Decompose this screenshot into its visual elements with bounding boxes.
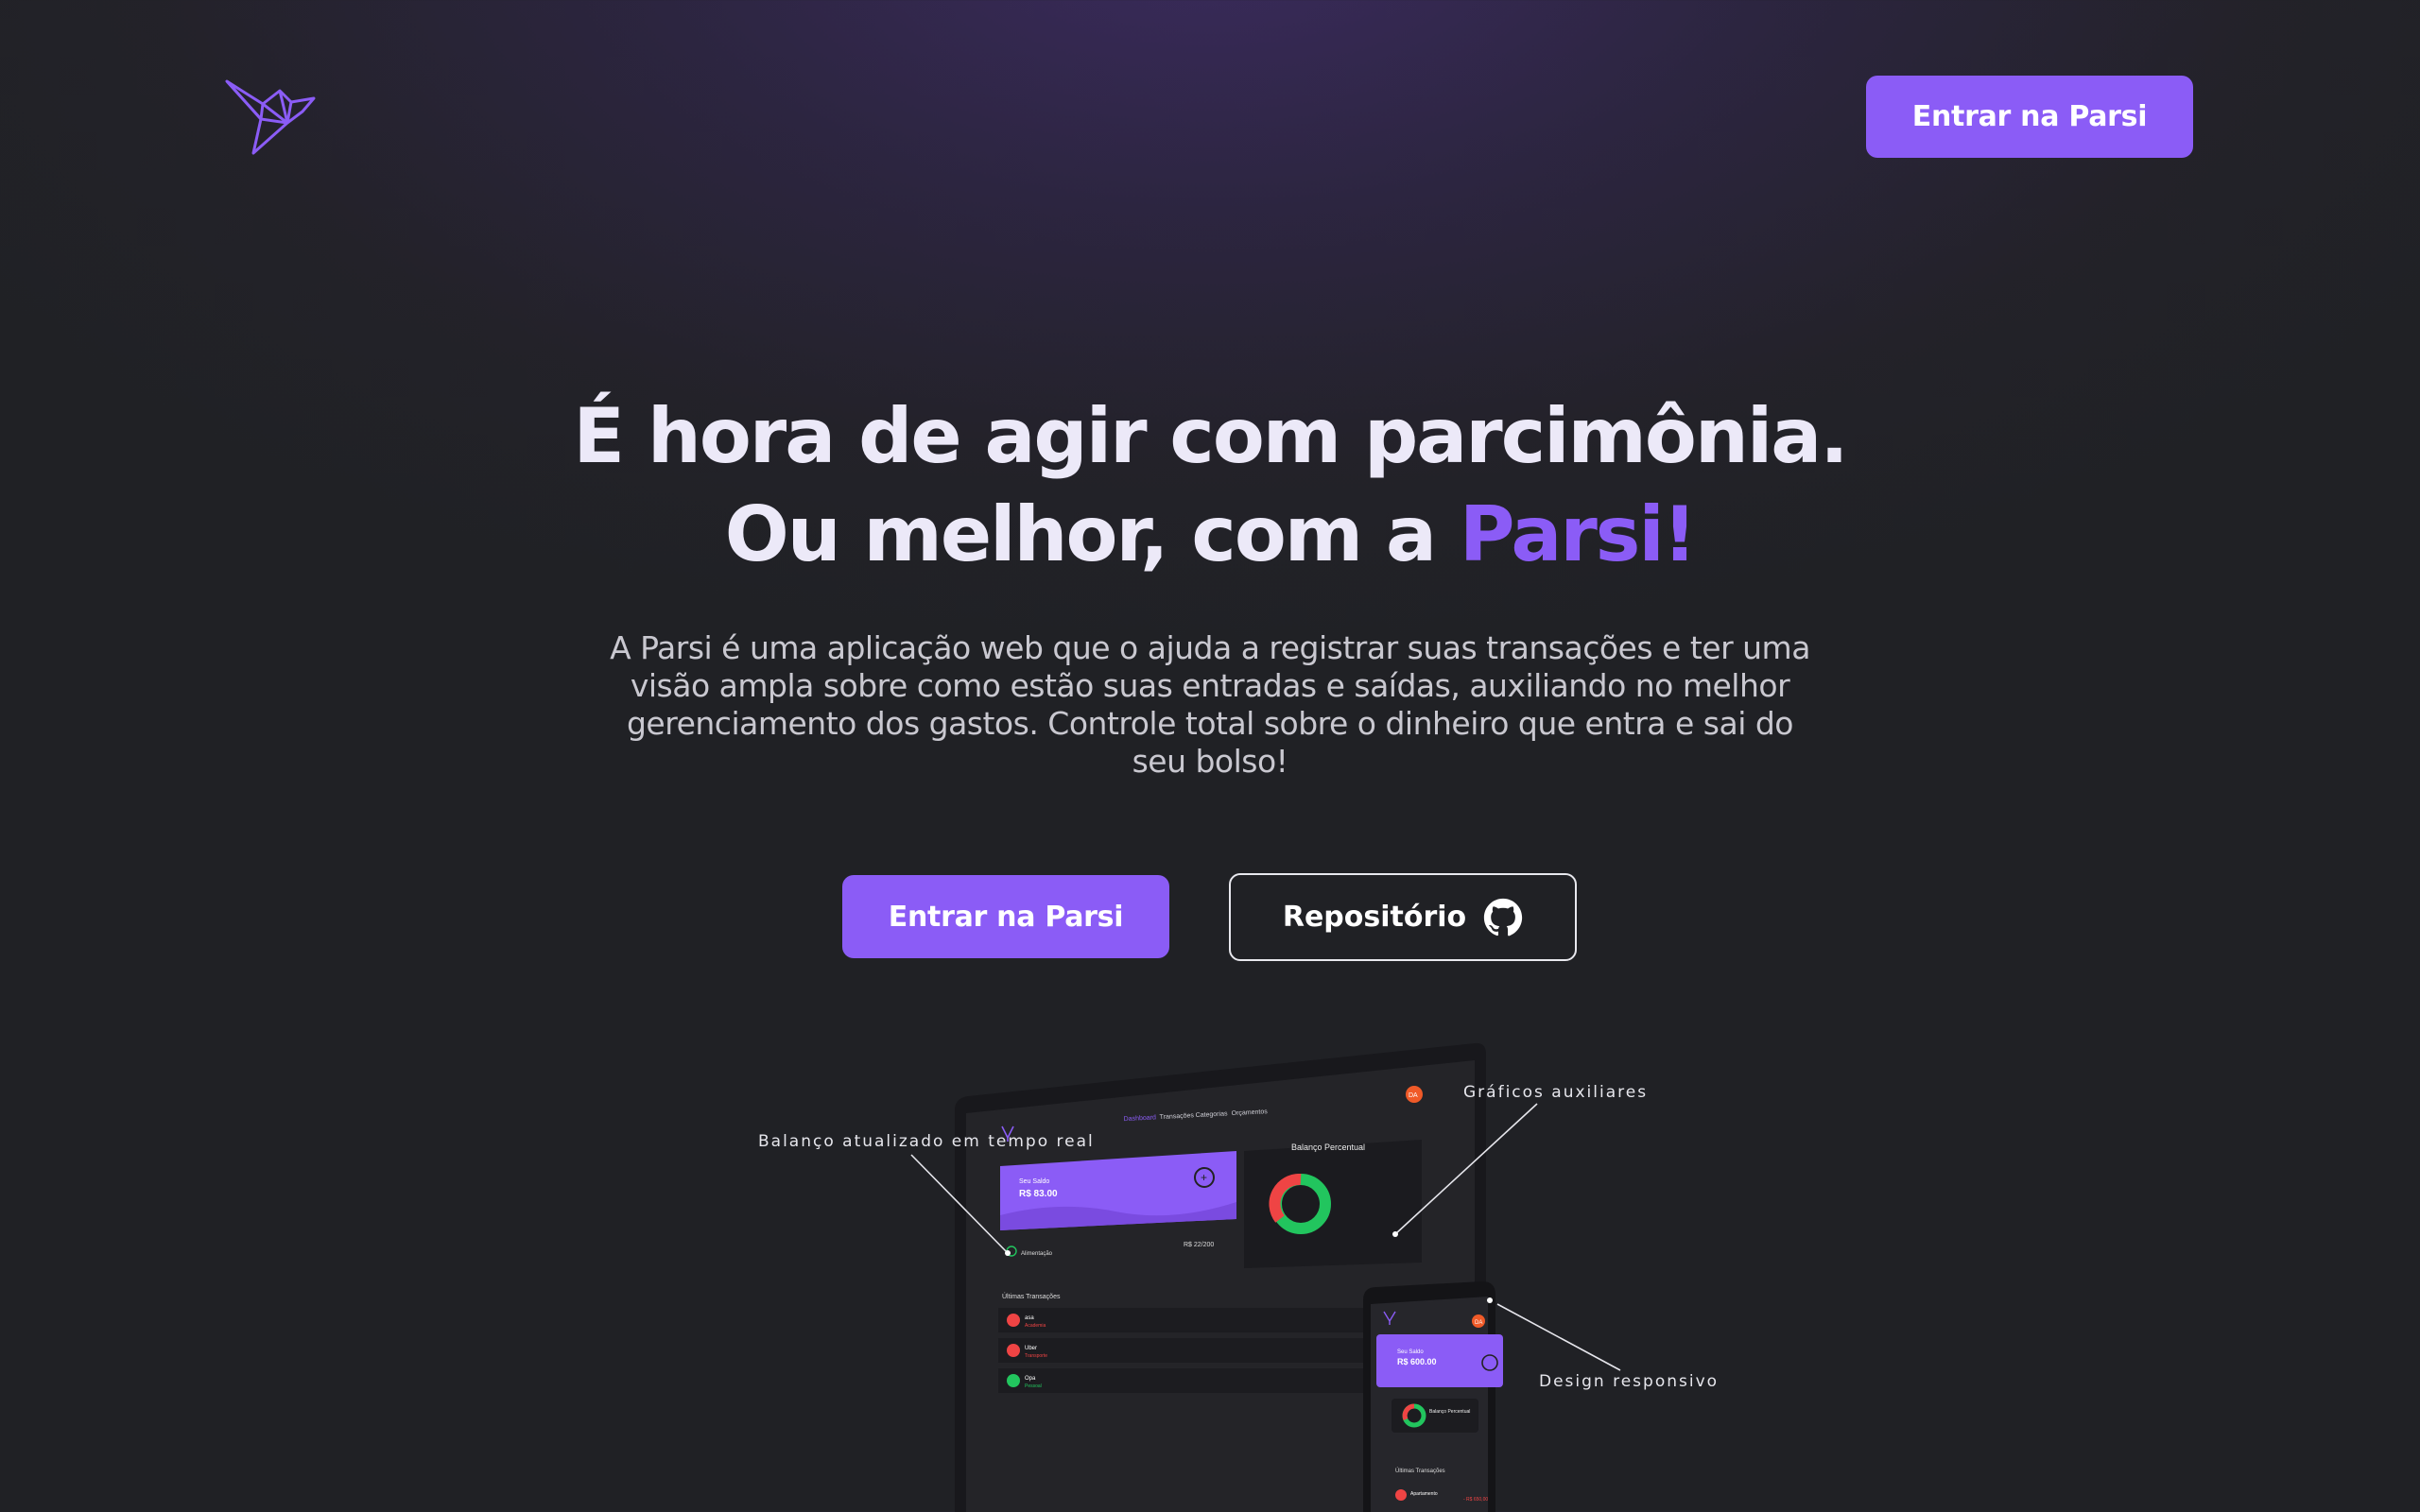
mobile-transactions-title: Últimas Transações <box>1395 1468 1445 1474</box>
product-showcase: Dashboard Transações Categorias Orçament… <box>718 1040 1758 1512</box>
repository-button[interactable]: Repositório <box>1229 873 1577 961</box>
hero-login-button[interactable]: Entrar na Parsi <box>842 875 1169 958</box>
annotation-balance: Balanço atualizado em tempo real <box>758 1132 1095 1151</box>
origami-bird-icon[interactable] <box>225 77 320 157</box>
desktop-budget-value: R$ 22/200 <box>1184 1242 1214 1248</box>
desktop-balance-value: R$ 83.00 <box>1019 1189 1058 1199</box>
mobile-avatar-text: DA <box>1475 1320 1482 1326</box>
desktop-balance-label: Seu Saldo <box>1019 1178 1049 1185</box>
desktop-transaction-3-name: Opa <box>1025 1376 1036 1382</box>
desktop-chart-title: Balanço Percentual <box>1291 1143 1365 1152</box>
repository-label: Repositório <box>1282 901 1467 934</box>
mobile-balance-label: Seu Saldo <box>1397 1349 1424 1355</box>
mobile-balance-value: R$ 600.00 <box>1397 1357 1437 1366</box>
github-icon <box>1484 898 1523 936</box>
mobile-chart-title: Balanço Percentual <box>1429 1409 1470 1415</box>
annotation-line-responsive <box>1496 1303 1621 1371</box>
desktop-transaction-2-name: Uber <box>1025 1346 1037 1351</box>
desktop-transaction-1-tag: Academia <box>1025 1323 1046 1329</box>
annotation-charts: Gráficos auxiliares <box>1463 1083 1649 1102</box>
annotation-responsive: Design responsivo <box>1539 1372 1720 1391</box>
desktop-budget-category: Alimentação <box>1021 1251 1053 1257</box>
desktop-transaction-1-name: asa <box>1025 1315 1034 1321</box>
hero-title-line1: É hora de agir com parcimônia. <box>573 392 1848 480</box>
hero-description: A Parsi é uma aplicação web que o ajuda … <box>610 629 1810 780</box>
desktop-transaction-3-tag: Pessoal <box>1025 1383 1042 1389</box>
svg-text:+: + <box>1201 1171 1207 1184</box>
hero-title: É hora de agir com parcimônia. Ou melhor… <box>265 387 2155 584</box>
desktop-transaction-2-tag: Transporte <box>1025 1353 1047 1359</box>
header-login-button[interactable]: Entrar na Parsi <box>1866 76 2193 158</box>
mobile-transaction-name: Apartamento <box>1410 1491 1438 1497</box>
hero-title-line2: Ou melhor, com a <box>724 490 1460 578</box>
mobile-mockup: DA Seu Saldo R$ 600.00 Balanço Percentua… <box>1363 1281 1503 1512</box>
mobile-transaction-value: - R$ 650,00 <box>1463 1497 1488 1503</box>
desktop-avatar-text: DA <box>1409 1092 1418 1099</box>
desktop-transactions-title: Últimas Transações <box>1002 1292 1061 1300</box>
hero-title-accent: Parsi! <box>1459 490 1697 578</box>
